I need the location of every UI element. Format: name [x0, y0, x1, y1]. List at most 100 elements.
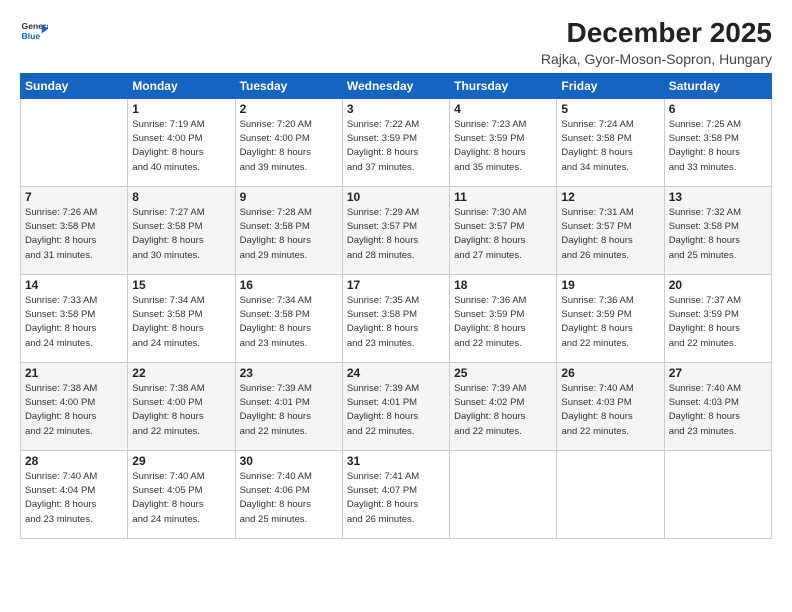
day-number: 1	[132, 102, 230, 116]
location-title: Rajka, Gyor-Moson-Sopron, Hungary	[541, 51, 772, 67]
weekday-wednesday: Wednesday	[342, 73, 449, 98]
day-info: Sunrise: 7:40 AMSunset: 4:03 PMDaylight:…	[561, 382, 659, 439]
day-info: Sunrise: 7:28 AMSunset: 3:58 PMDaylight:…	[240, 206, 338, 263]
day-number: 26	[561, 366, 659, 380]
day-number: 12	[561, 190, 659, 204]
day-cell: 30 Sunrise: 7:40 AMSunset: 4:06 PMDayligh…	[235, 450, 342, 538]
week-row-3: 14 Sunrise: 7:33 AMSunset: 3:58 PMDayligh…	[21, 274, 772, 362]
day-cell: 17Sunrise: 7:35 AMSunset: 3:58 PMDayligh…	[342, 274, 449, 362]
weekday-header-row: SundayMondayTuesdayWednesdayThursdayFrid…	[21, 73, 772, 98]
logo-icon: General Blue	[20, 18, 48, 46]
weekday-tuesday: Tuesday	[235, 73, 342, 98]
day-cell: 3Sunrise: 7:22 AMSunset: 3:59 PMDaylight…	[342, 98, 449, 186]
day-cell: 26 Sunrise: 7:40 AMSunset: 4:03 PMDayligh…	[557, 362, 664, 450]
day-cell: 21 Sunrise: 7:38 AMSunset: 4:00 PMDayligh…	[21, 362, 128, 450]
day-info: Sunrise: 7:41 AMSunset: 4:07 PMDaylight:…	[347, 470, 445, 527]
day-info: Sunrise: 7:33 AMSunset: 3:58 PMDaylight:…	[25, 294, 123, 351]
day-number: 13	[669, 190, 767, 204]
day-number: 7	[25, 190, 123, 204]
day-number: 28	[25, 454, 123, 468]
day-info: Sunrise: 7:30 AMSunset: 3:57 PMDaylight:…	[454, 206, 552, 263]
day-cell: 25 Sunrise: 7:39 AMSunset: 4:02 PMDayligh…	[450, 362, 557, 450]
calendar-table: SundayMondayTuesdayWednesdayThursdayFrid…	[20, 73, 772, 539]
week-row-4: 21 Sunrise: 7:38 AMSunset: 4:00 PMDayligh…	[21, 362, 772, 450]
day-cell	[557, 450, 664, 538]
day-info: Sunrise: 7:22 AMSunset: 3:59 PMDaylight:…	[347, 118, 445, 175]
day-info: Sunrise: 7:29 AMSunset: 3:57 PMDaylight:…	[347, 206, 445, 263]
day-cell: 28Sunrise: 7:40 AMSunset: 4:04 PMDayligh…	[21, 450, 128, 538]
day-info: Sunrise: 7:27 AMSunset: 3:58 PMDaylight:…	[132, 206, 230, 263]
day-cell: 19 Sunrise: 7:36 AMSunset: 3:59 PMDayligh…	[557, 274, 664, 362]
svg-text:Blue: Blue	[22, 31, 41, 41]
day-number: 29	[132, 454, 230, 468]
day-number: 18	[454, 278, 552, 292]
title-area: December 2025 Rajka, Gyor-Moson-Sopron, …	[541, 18, 772, 67]
day-number: 20	[669, 278, 767, 292]
day-cell: 31Sunrise: 7:41 AMSunset: 4:07 PMDayligh…	[342, 450, 449, 538]
day-cell: 1 Sunrise: 7:19 AMSunset: 4:00 PMDaylight…	[128, 98, 235, 186]
day-number: 27	[669, 366, 767, 380]
day-cell: 11 Sunrise: 7:30 AMSunset: 3:57 PMDayligh…	[450, 186, 557, 274]
day-number: 24	[347, 366, 445, 380]
day-number: 5	[561, 102, 659, 116]
day-info: Sunrise: 7:40 AMSunset: 4:03 PMDaylight:…	[669, 382, 767, 439]
day-number: 23	[240, 366, 338, 380]
month-title: December 2025	[541, 18, 772, 49]
day-info: Sunrise: 7:26 AMSunset: 3:58 PMDaylight:…	[25, 206, 123, 263]
header: General Blue December 2025 Rajka, Gyor-M…	[20, 18, 772, 67]
day-number: 16	[240, 278, 338, 292]
day-info: Sunrise: 7:39 AMSunset: 4:02 PMDaylight:…	[454, 382, 552, 439]
day-number: 14	[25, 278, 123, 292]
day-number: 25	[454, 366, 552, 380]
day-cell: 27 Sunrise: 7:40 AMSunset: 4:03 PMDayligh…	[664, 362, 771, 450]
day-info: Sunrise: 7:19 AMSunset: 4:00 PMDaylight:…	[132, 118, 230, 175]
day-info: Sunrise: 7:38 AMSunset: 4:00 PMDaylight:…	[25, 382, 123, 439]
day-number: 8	[132, 190, 230, 204]
day-cell: 18Sunrise: 7:36 AMSunset: 3:59 PMDayligh…	[450, 274, 557, 362]
day-cell: 10 Sunrise: 7:29 AMSunset: 3:57 PMDayligh…	[342, 186, 449, 274]
day-cell: 9Sunrise: 7:28 AMSunset: 3:58 PMDaylight…	[235, 186, 342, 274]
day-number: 4	[454, 102, 552, 116]
week-row-2: 7 Sunrise: 7:26 AMSunset: 3:58 PMDaylight…	[21, 186, 772, 274]
page: General Blue December 2025 Rajka, Gyor-M…	[0, 0, 792, 612]
day-cell: 16Sunrise: 7:34 AMSunset: 3:58 PMDayligh…	[235, 274, 342, 362]
day-info: Sunrise: 7:34 AMSunset: 3:58 PMDaylight:…	[132, 294, 230, 351]
day-cell: 5 Sunrise: 7:24 AMSunset: 3:58 PMDaylight…	[557, 98, 664, 186]
day-cell: 29Sunrise: 7:40 AMSunset: 4:05 PMDayligh…	[128, 450, 235, 538]
day-cell	[21, 98, 128, 186]
day-cell: 4 Sunrise: 7:23 AMSunset: 3:59 PMDaylight…	[450, 98, 557, 186]
day-info: Sunrise: 7:23 AMSunset: 3:59 PMDaylight:…	[454, 118, 552, 175]
day-info: Sunrise: 7:36 AMSunset: 3:59 PMDaylight:…	[561, 294, 659, 351]
day-number: 30	[240, 454, 338, 468]
day-info: Sunrise: 7:24 AMSunset: 3:58 PMDaylight:…	[561, 118, 659, 175]
day-cell: 22Sunrise: 7:38 AMSunset: 4:00 PMDayligh…	[128, 362, 235, 450]
day-info: Sunrise: 7:39 AMSunset: 4:01 PMDaylight:…	[347, 382, 445, 439]
day-cell	[664, 450, 771, 538]
day-number: 10	[347, 190, 445, 204]
day-cell: 12Sunrise: 7:31 AMSunset: 3:57 PMDayligh…	[557, 186, 664, 274]
day-number: 19	[561, 278, 659, 292]
day-number: 6	[669, 102, 767, 116]
day-number: 21	[25, 366, 123, 380]
day-info: Sunrise: 7:38 AMSunset: 4:00 PMDaylight:…	[132, 382, 230, 439]
day-info: Sunrise: 7:40 AMSunset: 4:06 PMDaylight:…	[240, 470, 338, 527]
weekday-sunday: Sunday	[21, 73, 128, 98]
weekday-friday: Friday	[557, 73, 664, 98]
day-cell: 13Sunrise: 7:32 AMSunset: 3:58 PMDayligh…	[664, 186, 771, 274]
week-row-1: 1 Sunrise: 7:19 AMSunset: 4:00 PMDaylight…	[21, 98, 772, 186]
day-info: Sunrise: 7:25 AMSunset: 3:58 PMDaylight:…	[669, 118, 767, 175]
day-cell: 2 Sunrise: 7:20 AMSunset: 4:00 PMDaylight…	[235, 98, 342, 186]
day-cell	[450, 450, 557, 538]
weekday-thursday: Thursday	[450, 73, 557, 98]
day-number: 11	[454, 190, 552, 204]
day-cell: 8 Sunrise: 7:27 AMSunset: 3:58 PMDaylight…	[128, 186, 235, 274]
weekday-saturday: Saturday	[664, 73, 771, 98]
day-cell: 24 Sunrise: 7:39 AMSunset: 4:01 PMDayligh…	[342, 362, 449, 450]
day-cell: 7 Sunrise: 7:26 AMSunset: 3:58 PMDaylight…	[21, 186, 128, 274]
day-number: 15	[132, 278, 230, 292]
day-info: Sunrise: 7:39 AMSunset: 4:01 PMDaylight:…	[240, 382, 338, 439]
logo: General Blue	[20, 18, 48, 46]
day-number: 2	[240, 102, 338, 116]
weekday-monday: Monday	[128, 73, 235, 98]
day-info: Sunrise: 7:20 AMSunset: 4:00 PMDaylight:…	[240, 118, 338, 175]
